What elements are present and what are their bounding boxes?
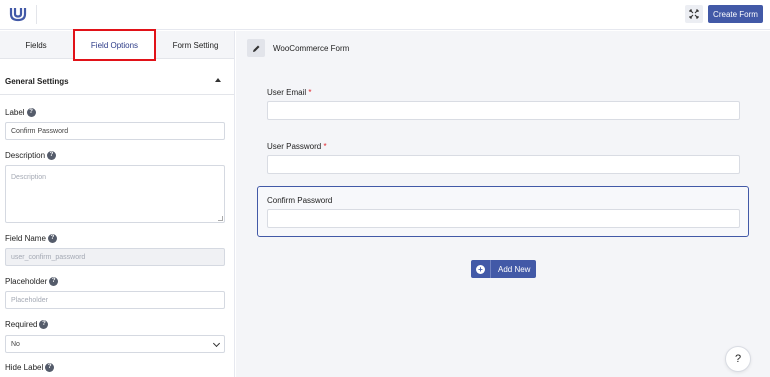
required-field-label: Required ? [5, 320, 49, 329]
confirm-password-field[interactable] [267, 209, 740, 228]
placeholder-input[interactable]: Placeholder [5, 291, 225, 309]
user-email-field[interactable] [267, 101, 740, 120]
help-icon[interactable]: ? [49, 277, 59, 286]
form-builder-area: WooCommerce Form User Email * User Passw… [236, 31, 770, 377]
required-select[interactable]: No [5, 335, 225, 353]
help-icon[interactable]: ? [47, 234, 57, 243]
sidebar-tabs: Fields Field Options Form Setting [0, 29, 234, 61]
field-name-label: Field Name ? [5, 234, 57, 243]
section-title: General Settings [5, 77, 69, 86]
caret-up-icon[interactable] [215, 78, 221, 82]
help-icon[interactable]: ? [45, 363, 55, 372]
description-placeholder: Description [11, 174, 47, 181]
label-field-label: Label ? [5, 108, 36, 117]
user-email-text: User Email [267, 88, 307, 97]
field-name-text: Field Name [5, 234, 46, 243]
placeholder-text: Placeholder [5, 277, 48, 286]
description-text: Description [5, 151, 46, 160]
help-button[interactable]: ? [725, 346, 751, 372]
required-value: No [11, 340, 20, 348]
tab-form-setting[interactable]: Form Setting [157, 31, 234, 59]
user-password-text: User Password [267, 142, 322, 151]
help-icon[interactable]: ? [47, 151, 57, 160]
plus-circle-icon: + [471, 260, 491, 278]
top-bar: Create Form [0, 0, 770, 30]
create-form-button[interactable]: Create Form [708, 5, 763, 23]
tab-fields[interactable]: Fields [0, 31, 72, 59]
hide-label-field-label: Hide Label ? [5, 363, 55, 372]
required-asterisk: * [323, 142, 327, 151]
description-textarea[interactable]: Description [5, 165, 225, 223]
add-new-button[interactable]: + Add New [471, 260, 536, 278]
general-settings-header[interactable]: General Settings [0, 71, 234, 95]
resize-handle-icon[interactable] [218, 216, 223, 221]
placeholder-field-label: Placeholder ? [5, 277, 59, 286]
hide-label-text: Hide Label [5, 363, 44, 372]
expand-icon[interactable] [685, 5, 703, 23]
chevron-down-icon [212, 339, 221, 348]
form-header: WooCommerce Form [247, 39, 349, 57]
description-field-label: Description ? [5, 151, 57, 160]
header-divider [36, 5, 37, 24]
required-asterisk: * [308, 88, 312, 97]
form-title: WooCommerce Form [273, 43, 350, 53]
user-email-label: User Email * [267, 88, 311, 97]
pencil-icon[interactable] [247, 39, 265, 57]
user-password-field[interactable] [267, 155, 740, 174]
confirm-password-text: Confirm Password [267, 196, 333, 205]
label-text: Label [5, 108, 25, 117]
tab-field-options[interactable]: Field Options [73, 29, 156, 61]
sidebar: Fields Field Options Form Setting Genera… [0, 29, 235, 377]
user-password-label: User Password * [267, 142, 327, 151]
field-name-input[interactable]: user_confirm_password [5, 248, 225, 266]
confirm-password-label: Confirm Password [267, 196, 332, 205]
help-icon[interactable]: ? [39, 320, 49, 329]
label-input[interactable]: Confirm Password [5, 122, 225, 140]
ur-logo-icon[interactable] [9, 5, 27, 23]
add-new-label: Add New [498, 264, 531, 274]
required-text: Required [5, 320, 38, 329]
help-icon[interactable]: ? [26, 108, 36, 117]
